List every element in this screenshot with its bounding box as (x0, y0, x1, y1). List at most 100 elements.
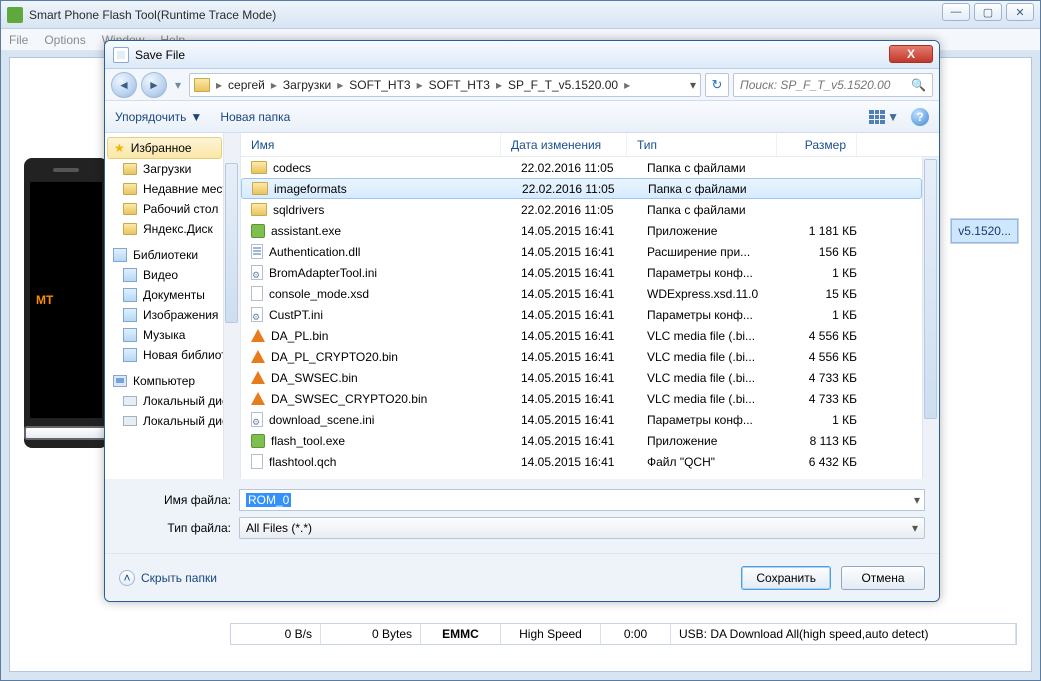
help-button[interactable]: ? (911, 108, 929, 126)
scroll-thumb[interactable] (924, 159, 937, 419)
nav-history-dropdown[interactable]: ▾ (171, 72, 185, 98)
nav-tree[interactable]: ★Избранное Загрузки Недавние места Рабоч… (105, 133, 241, 479)
parent-titlebar[interactable]: Smart Phone Flash Tool(Runtime Trace Mod… (1, 1, 1040, 29)
file-name: DA_PL_CRYPTO20.bin (271, 350, 398, 364)
tree-item[interactable]: Недавние места (105, 179, 240, 199)
tree-item[interactable]: Документы (105, 285, 240, 305)
chevron-down-icon[interactable]: ▾ (914, 493, 920, 507)
tree-item[interactable]: Загрузки (105, 159, 240, 179)
phone-brand: MT (36, 293, 53, 307)
crumb[interactable]: SOFT_HT3 (349, 78, 410, 92)
table-row[interactable]: console_mode.xsd14.05.2015 16:41WDExpres… (241, 283, 922, 304)
tree-item[interactable]: Локальный диск (105, 411, 240, 431)
organize-button[interactable]: Упорядочить▼ (115, 110, 202, 124)
ini-icon (251, 265, 263, 280)
dialog-titlebar[interactable]: Save File X (105, 41, 939, 69)
search-icon[interactable]: 🔍 (911, 78, 926, 92)
file-list[interactable]: Имя Дата изменения Тип Размер codecs22.0… (241, 133, 939, 479)
file-date: 22.02.2016 11:05 (511, 203, 637, 217)
ini-icon (251, 412, 263, 427)
tree-item[interactable]: Локальный диск (105, 391, 240, 411)
filetype-select[interactable]: All Files (*.*)▾ (239, 517, 925, 539)
table-row[interactable]: DA_PL_CRYPTO20.bin14.05.2015 16:41VLC me… (241, 346, 922, 367)
file-type: VLC media file (.bi... (637, 392, 787, 406)
vlc-icon (251, 329, 265, 342)
table-row[interactable]: codecs22.02.2016 11:05Папка с файлами (241, 157, 922, 178)
list-scrollbar[interactable] (922, 157, 939, 479)
view-mode-button[interactable]: ▼ (869, 110, 899, 124)
refresh-button[interactable]: ↻ (705, 73, 729, 97)
col-name[interactable]: Имя (241, 133, 501, 156)
col-date[interactable]: Дата изменения (501, 133, 627, 156)
address-dropdown[interactable]: ▾ (690, 78, 696, 92)
table-row[interactable]: CustPT.ini14.05.2015 16:41Параметры конф… (241, 304, 922, 325)
folder-icon (251, 161, 267, 174)
crumb[interactable]: SOFT_HT3 (429, 78, 490, 92)
file-date: 22.02.2016 11:05 (512, 182, 638, 196)
search-input[interactable] (740, 78, 900, 92)
folder-icon (123, 183, 137, 195)
tree-item[interactable]: Рабочий стол (105, 199, 240, 219)
menu-options[interactable]: Options (44, 33, 85, 47)
tree-item[interactable]: Яндекс.Диск (105, 219, 240, 239)
table-row[interactable]: assistant.exe14.05.2015 16:41Приложение1… (241, 220, 922, 241)
vlc-icon (251, 350, 265, 363)
tree-libraries[interactable]: Библиотеки (105, 245, 240, 265)
folder-icon (123, 203, 137, 215)
table-row[interactable]: imageformats22.02.2016 11:05Папка с файл… (241, 178, 922, 199)
hide-folders-toggle[interactable]: ˄Скрыть папки (119, 570, 217, 586)
file-name: console_mode.xsd (269, 287, 369, 301)
file-type: WDExpress.xsd.11.0 (637, 287, 787, 301)
cancel-button[interactable]: Отмена (841, 566, 925, 590)
dialog-close-button[interactable]: X (889, 45, 933, 63)
table-row[interactable]: DA_SWSEC.bin14.05.2015 16:41VLC media fi… (241, 367, 922, 388)
file-type: Файл "QCH" (637, 455, 787, 469)
save-button[interactable]: Сохранить (741, 566, 831, 590)
filename-input[interactable]: ROM_0▾ (239, 489, 925, 511)
side-panel: v5.1520... (950, 218, 1019, 244)
address-bar[interactable]: ▸сергей ▸Загрузки ▸SOFT_HT3 ▸SOFT_HT3 ▸S… (189, 73, 701, 97)
file-type: VLC media file (.bi... (637, 371, 787, 385)
crumb[interactable]: SP_F_T_v5.1520.00 (508, 78, 618, 92)
table-row[interactable]: BromAdapterTool.ini14.05.2015 16:41Парам… (241, 262, 922, 283)
new-folder-button[interactable]: Новая папка (220, 110, 290, 124)
table-row[interactable]: sqldrivers22.02.2016 11:05Папка с файлам… (241, 199, 922, 220)
status-bytes: 0 Bytes (321, 624, 421, 644)
forward-button[interactable]: ► (141, 72, 167, 98)
col-type[interactable]: Тип (627, 133, 777, 156)
maximize-button[interactable]: ▢ (974, 3, 1002, 21)
file-type: Папка с файлами (637, 203, 787, 217)
crumb[interactable]: сергей (228, 78, 265, 92)
tree-computer[interactable]: Компьютер (105, 371, 240, 391)
menu-file[interactable]: File (9, 33, 28, 47)
col-size[interactable]: Размер (777, 133, 857, 156)
crumb[interactable]: Загрузки (283, 78, 331, 92)
search-box[interactable]: 🔍 (733, 73, 933, 97)
gen-icon (251, 454, 263, 469)
back-button[interactable]: ◄ (111, 72, 137, 98)
table-row[interactable]: DA_SWSEC_CRYPTO20.bin14.05.2015 16:41VLC… (241, 388, 922, 409)
tree-item[interactable]: Новая библиоте (105, 345, 240, 365)
folder-icon (252, 182, 268, 195)
chevron-down-icon[interactable]: ▾ (912, 521, 918, 535)
tree-item[interactable]: Музыка (105, 325, 240, 345)
tree-scrollbar[interactable] (223, 133, 240, 479)
scroll-thumb[interactable] (225, 163, 238, 323)
file-date: 22.02.2016 11:05 (511, 161, 637, 175)
tree-favorites[interactable]: ★Избранное (107, 137, 222, 159)
table-row[interactable]: Authentication.dll14.05.2015 16:41Расшир… (241, 241, 922, 262)
tree-item[interactable]: Видео (105, 265, 240, 285)
exe-icon (251, 224, 265, 238)
table-row[interactable]: flash_tool.exe14.05.2015 16:41Приложение… (241, 430, 922, 451)
table-row[interactable]: flashtool.qch14.05.2015 16:41Файл "QCH"6… (241, 451, 922, 472)
list-header[interactable]: Имя Дата изменения Тип Размер (241, 133, 939, 157)
toolbar: Упорядочить▼ Новая папка ▼ ? (105, 101, 939, 133)
tree-item[interactable]: Изображения (105, 305, 240, 325)
file-name: Authentication.dll (269, 245, 360, 259)
version-chip[interactable]: v5.1520... (951, 219, 1018, 243)
save-file-dialog: Save File X ◄ ► ▾ ▸сергей ▸Загрузки ▸SOF… (104, 40, 940, 602)
table-row[interactable]: download_scene.ini14.05.2015 16:41Параме… (241, 409, 922, 430)
minimize-button[interactable]: ― (942, 3, 970, 21)
close-button[interactable]: ✕ (1006, 3, 1034, 21)
table-row[interactable]: DA_PL.bin14.05.2015 16:41VLC media file … (241, 325, 922, 346)
